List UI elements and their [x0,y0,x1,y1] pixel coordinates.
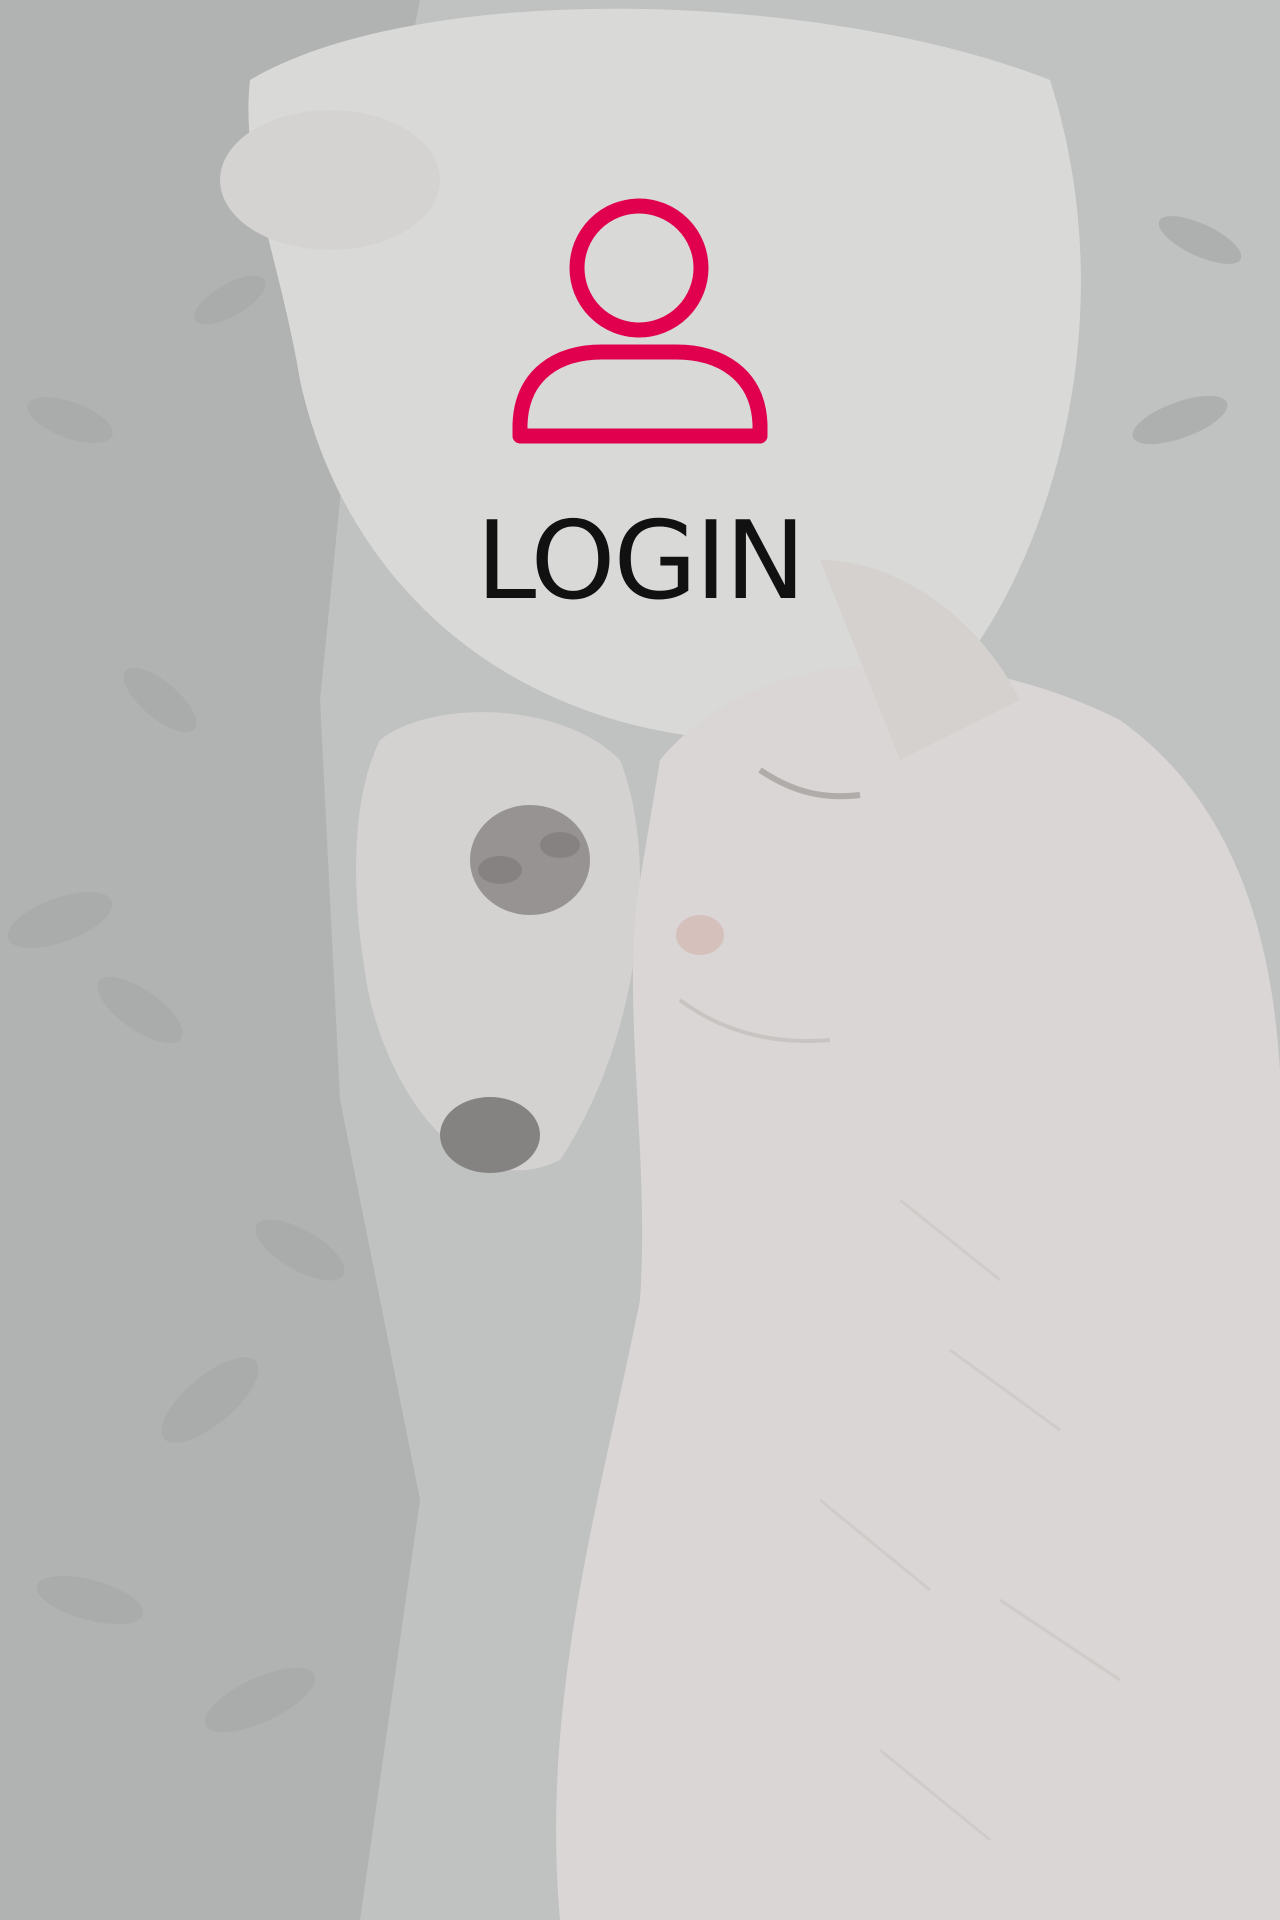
login-title[interactable]: LOGIN [476,508,806,616]
login-screen: LOGIN [0,0,1280,1920]
login-header: LOGIN [0,196,1280,616]
user-icon[interactable] [510,196,770,446]
